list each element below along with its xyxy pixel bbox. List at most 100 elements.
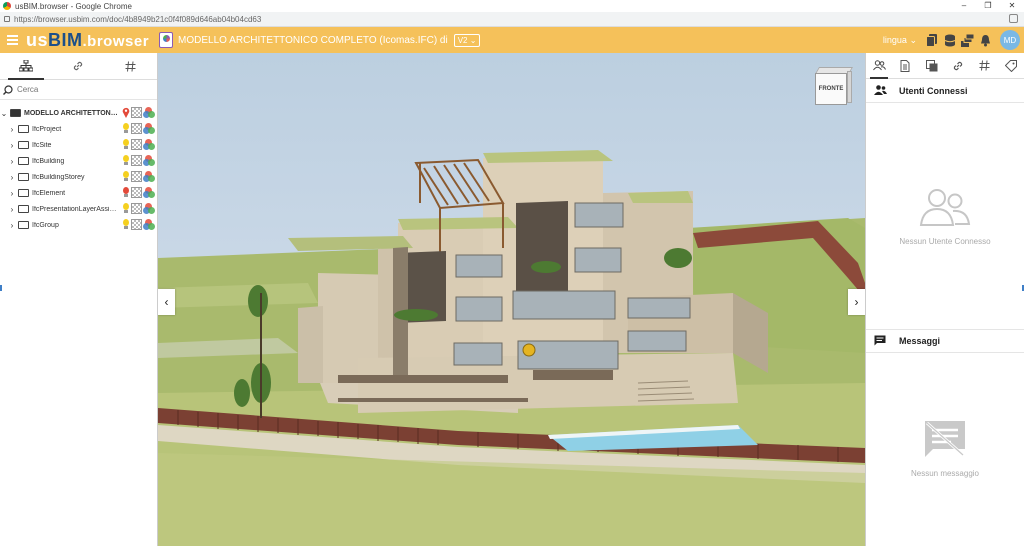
- tab-tags[interactable]: [105, 53, 157, 79]
- color-icon[interactable]: [143, 219, 155, 230]
- tree-node-root[interactable]: ⌄ MODELLO ARCHITETTONIC...: [0, 105, 157, 121]
- extension-icon[interactable]: [1009, 14, 1018, 23]
- restore-button[interactable]: ❐: [976, 0, 1000, 12]
- bulb-icon[interactable]: [122, 219, 130, 230]
- node-actions: [122, 107, 155, 118]
- link-icon: [74, 61, 83, 71]
- bulb-icon[interactable]: [122, 155, 130, 166]
- bulb-icon[interactable]: [122, 139, 130, 150]
- users-section-header: Utenti Connessi: [866, 79, 1024, 103]
- tree-node[interactable]: › IfcBuildingStorey: [0, 169, 157, 185]
- logo-us: us: [26, 29, 49, 50]
- tab-notes[interactable]: [892, 53, 918, 78]
- chevron-down-icon[interactable]: ⌄: [0, 109, 8, 118]
- transparency-icon[interactable]: [131, 203, 142, 214]
- user-avatar[interactable]: MD: [1000, 30, 1020, 50]
- color-icon[interactable]: [143, 155, 155, 166]
- transparency-icon[interactable]: [131, 107, 142, 118]
- chevron-right-icon[interactable]: ›: [8, 205, 16, 214]
- chevron-right-icon[interactable]: ›: [8, 125, 16, 134]
- transparency-icon[interactable]: [131, 155, 142, 166]
- tab-links[interactable]: [52, 53, 104, 79]
- search-icon: [3, 84, 13, 95]
- model-tree-panel: ⌄ MODELLO ARCHITETTONIC... › IfcProject …: [0, 53, 158, 546]
- hierarchy-icon: [19, 60, 34, 72]
- color-icon[interactable]: [143, 203, 155, 214]
- chevron-right-icon[interactable]: ›: [8, 221, 16, 230]
- window-title: usBIM.browser - Google Chrome: [15, 1, 132, 11]
- node-actions: [122, 171, 155, 182]
- version-select[interactable]: V2 ⌄: [453, 33, 481, 47]
- node-actions: [122, 203, 155, 214]
- transparency-icon[interactable]: [131, 123, 142, 134]
- color-icon[interactable]: [143, 123, 155, 134]
- color-icon[interactable]: [143, 139, 155, 150]
- bulb-icon[interactable]: [122, 187, 130, 198]
- location-pin-icon[interactable]: [122, 107, 130, 118]
- language-label: lingua: [882, 34, 907, 45]
- tab-links[interactable]: [945, 53, 971, 78]
- version-value: V2: [457, 35, 468, 45]
- transparency-icon[interactable]: [131, 139, 142, 150]
- collaboration-panel: Utenti Connessi Nessun Utente Connesso M…: [865, 53, 1024, 546]
- search-input[interactable]: [17, 85, 147, 94]
- hashtag-icon: [979, 60, 990, 71]
- tree-node[interactable]: › IfcGroup: [0, 217, 157, 233]
- node-actions: [122, 155, 155, 166]
- tree-node-label: IfcBuildingStorey: [32, 173, 85, 181]
- tree-node-label: MODELLO ARCHITETTONIC...: [24, 109, 119, 117]
- bell-icon[interactable]: [979, 34, 992, 47]
- users-icon: [874, 84, 887, 97]
- close-button[interactable]: ✕: [1000, 0, 1024, 12]
- tree-node[interactable]: › IfcElement: [0, 185, 157, 201]
- chevron-right-icon[interactable]: ›: [8, 141, 16, 150]
- navigation-cube[interactable]: FRONTE: [814, 67, 854, 107]
- building-render[interactable]: [158, 53, 865, 546]
- prev-arrow-button[interactable]: ‹: [158, 289, 175, 315]
- language-select[interactable]: lingua ⌄: [883, 35, 917, 46]
- transparency-icon[interactable]: [131, 219, 142, 230]
- tree-node[interactable]: › IfcBuilding: [0, 153, 157, 169]
- folder-icon: [18, 221, 29, 229]
- tab-users[interactable]: [866, 53, 892, 79]
- copy-icon: [925, 59, 938, 71]
- navcube-front-face[interactable]: FRONTE: [815, 73, 847, 105]
- bulb-icon[interactable]: [122, 123, 130, 134]
- color-icon[interactable]: [143, 187, 155, 198]
- tree-node-label: IfcSite: [32, 141, 52, 149]
- node-actions: [122, 123, 155, 134]
- chevron-right-icon[interactable]: ›: [8, 157, 16, 166]
- transparency-icon[interactable]: [131, 171, 142, 182]
- chevron-right-icon[interactable]: ›: [8, 189, 16, 198]
- users-icon: [872, 60, 886, 71]
- color-icon[interactable]: [143, 171, 155, 182]
- tree-node[interactable]: › IfcPresentationLayerAssig...: [0, 201, 157, 217]
- transparency-icon[interactable]: [131, 187, 142, 198]
- folder-icon: [18, 157, 29, 165]
- chevron-right-icon[interactable]: ›: [8, 173, 16, 182]
- url-text[interactable]: https://browser.usbim.com/doc/4b8949b21c…: [14, 15, 261, 24]
- next-arrow-button[interactable]: ›: [848, 289, 865, 315]
- color-icon[interactable]: [143, 107, 155, 118]
- menu-icon[interactable]: [0, 27, 24, 53]
- documents-icon[interactable]: [925, 33, 938, 47]
- navcube-side-face[interactable]: [847, 71, 852, 103]
- 3d-viewport[interactable]: FRONTE ‹ ›: [158, 53, 865, 546]
- minimize-button[interactable]: –: [952, 0, 976, 12]
- tab-tags[interactable]: [971, 53, 997, 78]
- users-title: Utenti Connessi: [899, 85, 968, 96]
- tree-node[interactable]: › IfcProject: [0, 121, 157, 137]
- bulb-icon[interactable]: [122, 203, 130, 214]
- folder-icon: [18, 189, 29, 197]
- database-icon[interactable]: [943, 34, 956, 47]
- address-bar[interactable]: https://browser.usbim.com/doc/4b8949b21c…: [0, 12, 1024, 27]
- tree-node[interactable]: › IfcSite: [0, 137, 157, 153]
- layers-icon[interactable]: [961, 33, 974, 47]
- tab-attachments[interactable]: [919, 53, 945, 78]
- tab-labels[interactable]: [998, 53, 1024, 78]
- usbim-logo[interactable]: usBIM.browser: [26, 30, 149, 51]
- tab-structure[interactable]: [0, 53, 52, 80]
- messages-title: Messaggi: [899, 336, 941, 346]
- bulb-icon[interactable]: [122, 171, 130, 182]
- tree-search: [0, 80, 157, 100]
